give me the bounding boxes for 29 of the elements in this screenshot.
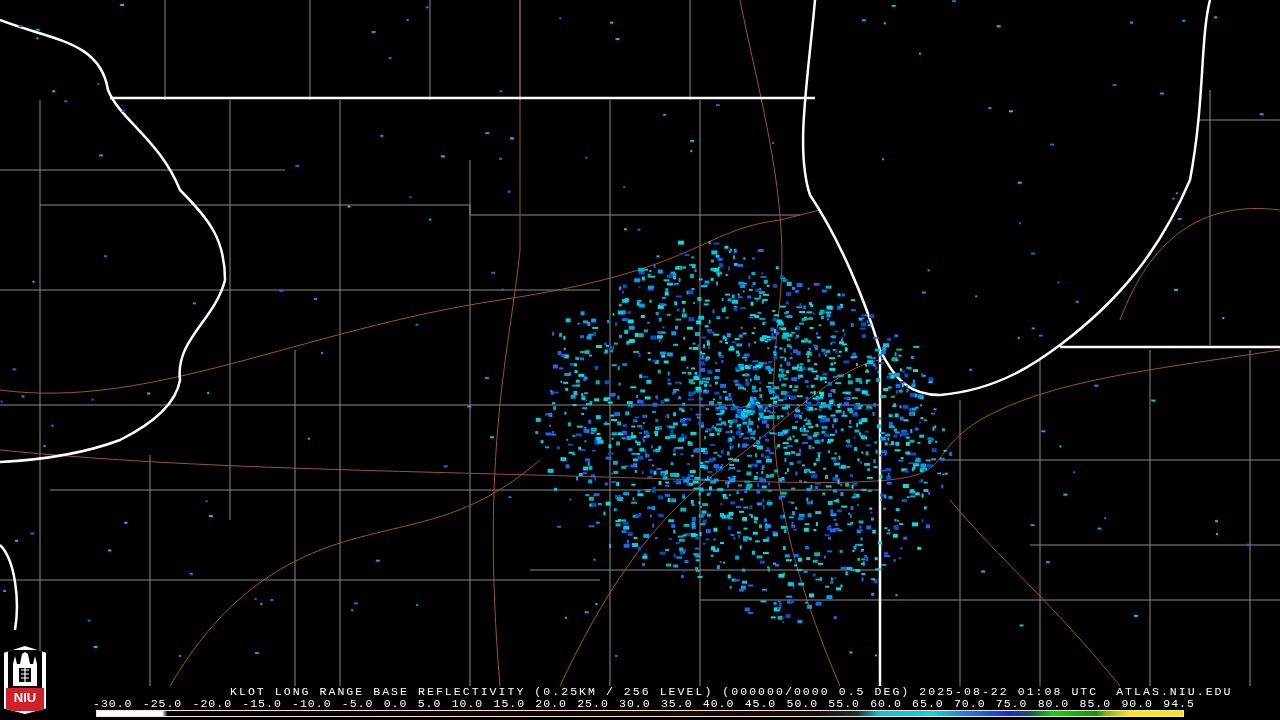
- scale-label: -25.0: [142, 698, 183, 709]
- logo-text: NIU: [6, 688, 44, 711]
- scale-label: 90.0: [1121, 698, 1153, 709]
- castle-tower-icon: [8, 650, 42, 688]
- scale-label: 85.0: [1079, 698, 1112, 709]
- scale-label: 15.0: [493, 698, 526, 709]
- scale-label: 60.0: [870, 698, 902, 709]
- scale-label: 30.0: [619, 698, 651, 709]
- product-caption: KLOT LONG RANGE BASE REFLECTIVITY (0.25KM / 256 LEVEL) (000000/0000 0.5 DEG) 2025-08-22 01:08 UTC ATLAS.NIU.EDU: [230, 686, 1234, 698]
- scale-label: 94.5: [1163, 698, 1195, 709]
- scale-label: -5.0: [341, 698, 374, 709]
- scale-label: 0.0: [383, 698, 408, 709]
- scale-label: 75.0: [995, 698, 1028, 709]
- scale-label: 70.0: [953, 698, 986, 709]
- scale-label: -15.0: [242, 698, 282, 709]
- scale-label: -10.0: [292, 698, 332, 709]
- scale-label: 35.0: [660, 698, 693, 709]
- scale-label: -30.0: [93, 698, 133, 709]
- scale-label: 65.0: [912, 698, 944, 709]
- scale-label: 45.0: [744, 698, 777, 709]
- scale-label: 80.0: [1037, 698, 1070, 709]
- scale-label: 20.0: [535, 698, 567, 709]
- scale-label: 5.0: [417, 698, 442, 709]
- scale-label: 10.0: [451, 698, 484, 709]
- scale-label: -20.0: [192, 698, 233, 709]
- scale-label: 50.0: [786, 698, 819, 709]
- scale-label: 40.0: [702, 698, 735, 709]
- scale-label: 25.0: [577, 698, 609, 709]
- scale-label: 55.0: [828, 698, 860, 709]
